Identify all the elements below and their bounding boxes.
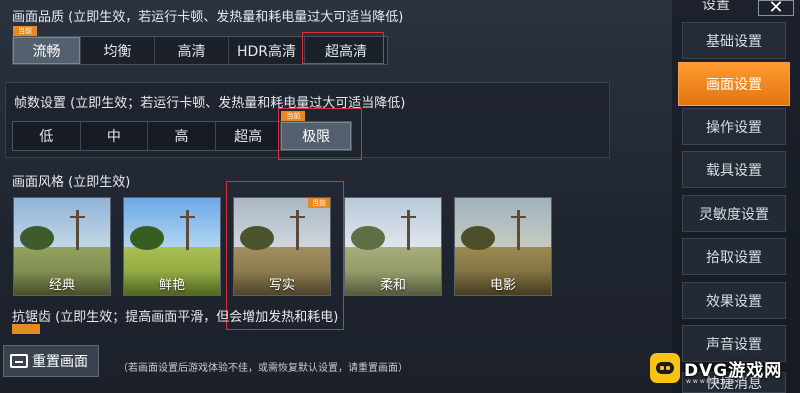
framerate-option-medium[interactable]: 中 bbox=[81, 122, 149, 150]
reset-icon bbox=[10, 354, 28, 368]
current-tag: 当前 bbox=[13, 26, 37, 36]
settings-sidebar: 设置 基础设置 画面设置 操作设置 载具设置 灵敏度设置 拾取设置 效果设置 声… bbox=[672, 0, 800, 393]
framerate-selector: 低 中 高 超高 当前 极限 bbox=[12, 111, 352, 151]
quality-option-ultra-hd[interactable]: 超高清 bbox=[305, 37, 387, 64]
style-card-vivid[interactable]: 鲜艳 bbox=[123, 197, 221, 296]
graphics-settings-panel: 画面品质 (立即生效，若运行卡顿、发热量和耗电量过大可适当降低) 当前 流畅 均… bbox=[0, 0, 668, 393]
close-button[interactable]: ✕ bbox=[758, 0, 794, 18]
style-card-realistic[interactable]: 当前 写实 bbox=[233, 197, 331, 296]
style-card-label: 鲜艳 bbox=[124, 271, 220, 295]
framerate-option-extreme[interactable]: 当前 极限 bbox=[281, 111, 351, 150]
style-card-film[interactable]: 电影 bbox=[454, 197, 552, 296]
style-card-soft[interactable]: 柔和 bbox=[344, 197, 442, 296]
framerate-option-high[interactable]: 高 bbox=[148, 122, 216, 150]
close-icon: ✕ bbox=[768, 0, 784, 18]
gamepad-icon bbox=[650, 353, 680, 383]
sidebar-item-vehicle[interactable]: 载具设置 bbox=[682, 151, 786, 188]
sidebar-item-sensitivity[interactable]: 灵敏度设置 bbox=[682, 195, 786, 232]
quality-option-hdr[interactable]: HDR高清 bbox=[229, 37, 305, 64]
sidebar-item-graphics[interactable]: 画面设置 bbox=[678, 62, 790, 106]
quality-option-smooth[interactable]: 当前 流畅 bbox=[13, 26, 81, 64]
antialias-title: 抗锯齿 (立即生效；提高画面平滑，但会增加发热和耗电) bbox=[12, 310, 339, 325]
framerate-option-ultra[interactable]: 超高 bbox=[216, 122, 282, 150]
style-title: 画面风格 (立即生效) bbox=[12, 175, 131, 190]
style-card-label: 柔和 bbox=[345, 271, 441, 295]
style-card-classic[interactable]: 经典 bbox=[13, 197, 111, 296]
framerate-option-low[interactable]: 低 bbox=[13, 122, 81, 150]
framerate-title: 帧数设置 (立即生效；若运行卡顿、发热量和耗电量过大可适当降低) bbox=[14, 96, 406, 111]
quality-title: 画面品质 (立即生效，若运行卡顿、发热量和耗电量过大可适当降低) bbox=[12, 10, 404, 25]
sidebar-item-controls[interactable]: 操作设置 bbox=[682, 108, 786, 145]
reset-hint: （若画面设置后游戏体验不佳，或需恢复默认设置，请重置画面） bbox=[118, 363, 408, 374]
sidebar-item-effects[interactable]: 效果设置 bbox=[682, 282, 786, 319]
sidebar-item-pickup[interactable]: 拾取设置 bbox=[682, 238, 786, 275]
quality-option-hd[interactable]: 高清 bbox=[155, 37, 229, 64]
sidebar-header: 设置 bbox=[702, 0, 730, 13]
current-tag: 当前 bbox=[281, 111, 306, 121]
quality-selector: 当前 流畅 均衡 高清 HDR高清 超高清 bbox=[12, 26, 388, 65]
style-card-label: 写实 bbox=[234, 271, 330, 295]
current-tag: 当前 bbox=[308, 198, 330, 208]
style-card-label: 电影 bbox=[455, 271, 551, 295]
site-logo: DVG游戏网 www.dvg.cn bbox=[650, 346, 796, 390]
style-card-label: 经典 bbox=[14, 271, 110, 295]
current-tag-marker bbox=[12, 324, 40, 334]
quality-option-balanced[interactable]: 均衡 bbox=[81, 37, 155, 64]
sidebar-item-basic[interactable]: 基础设置 bbox=[682, 22, 786, 59]
reset-graphics-button[interactable]: 重置画面 bbox=[3, 345, 99, 377]
